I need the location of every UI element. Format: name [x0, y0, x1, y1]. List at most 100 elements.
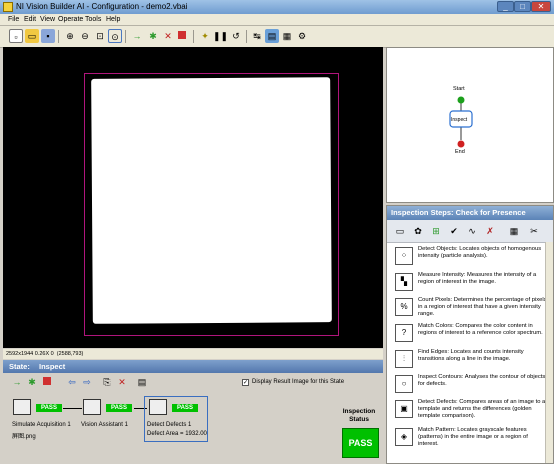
simulate-acquisition-icon[interactable] [13, 399, 31, 415]
next-step-icon[interactable]: → [130, 29, 144, 43]
detect-defects-step-icon[interactable] [149, 399, 167, 415]
toolbar-separator [193, 30, 194, 43]
wrench-icon[interactable]: ✂ [527, 224, 541, 238]
state-diagram-panel[interactable]: Start Inspect End [386, 47, 554, 203]
zoom-1to1-icon[interactable]: ⊙ [108, 29, 122, 43]
state-stop-icon[interactable] [40, 375, 54, 389]
menu-file[interactable]: File [8, 16, 19, 23]
step-description: Match Colors: Compares the color content… [418, 323, 543, 336]
step-description: Match Pattern: Locates grayscale feature… [418, 427, 528, 447]
settings-icon[interactable]: ⚙ [295, 29, 309, 43]
step-category-bar: ▭ ✿ ⊞ ✔ ∿ ✗ ▦ ✂ [387, 220, 553, 243]
step-description: Find Edges: Locates and counts intensity… [418, 349, 524, 362]
color-icon[interactable]: ✿ [411, 224, 425, 238]
step-3-result: Defect Area = 1932.00 [147, 431, 207, 437]
step-2-pass: PASS [106, 404, 132, 412]
match-colors-icon: ? [395, 324, 413, 342]
snapshot-icon[interactable]: ▦ [280, 29, 294, 43]
step-find-edges[interactable]: ⫶ Find Edges: Locates and counts intensi… [391, 349, 551, 376]
step-1-name: Simulate Acquisition 1 [12, 422, 71, 428]
toolbar-separator [246, 30, 247, 43]
copy-step-icon[interactable]: ⎘ [100, 375, 114, 389]
menu-view[interactable]: View [40, 16, 55, 23]
pause-icon[interactable]: ❚❚ [213, 29, 228, 43]
inspect-contours-icon: ○ [395, 375, 413, 393]
app-icon [3, 2, 13, 12]
stop-icon[interactable] [175, 29, 189, 43]
minimize-button[interactable]: _ [497, 1, 514, 12]
vision-assistant-icon[interactable] [83, 399, 101, 415]
image-status-text: 2592x1944 0.26X 0 (2588,793) [6, 351, 84, 357]
title-bar: NI Vision Builder AI - Configuration - d… [0, 0, 554, 14]
step-measure-intensity[interactable]: ▚ Measure Intensity: Measures the intens… [391, 272, 551, 299]
state-label: State: [9, 362, 30, 371]
state-run-icon[interactable]: ✱ [25, 375, 39, 389]
lightbulb-icon[interactable]: ✦ [198, 29, 212, 43]
loop-icon[interactable]: ↺ [229, 29, 243, 43]
state-view: → ✱ ⇦ ⇨ ⎘ ✕ ▤ ✓ Display Result Image for… [3, 373, 383, 464]
measure-icon[interactable]: ▭ [393, 224, 407, 238]
toolbar: ▫ ▭ ▪ ⊕ ⊖ ⊡ ⊙ → ✱ ✕ ✦ ❚❚ ↺ ↹ ▤ ▦ ⚙ [0, 26, 554, 48]
delete-step-icon[interactable]: ✕ [115, 375, 129, 389]
menu-tools[interactable]: Tools [85, 16, 101, 23]
calculator-icon[interactable]: ▦ [507, 224, 521, 238]
menu-bar: File Edit View Operate Tools Help [0, 14, 554, 26]
start-node[interactable] [457, 96, 465, 104]
step-detect-defects[interactable]: ▣ Detect Defects: Compares areas of an i… [391, 399, 551, 426]
run-icon[interactable]: ✱ [146, 29, 160, 43]
image-icon[interactable]: ▤ [265, 29, 279, 43]
zoom-fit-icon[interactable]: ⊡ [93, 29, 107, 43]
display-result-checkbox[interactable]: ✓ [242, 379, 249, 386]
stop-run-icon[interactable]: ✕ [161, 29, 175, 43]
step-3-name: Detect Defects 1 [147, 422, 192, 428]
end-node[interactable] [457, 140, 465, 148]
move-right-icon[interactable]: ⇨ [80, 375, 94, 389]
step-inspect-contours[interactable]: ○ Inspect Contours: Analyses the contour… [391, 374, 551, 401]
steps-panel-title: Inspection Steps: Check for Presence [387, 206, 553, 220]
open-icon[interactable]: ▭ [25, 29, 39, 43]
step-properties-icon[interactable]: ▤ [135, 375, 149, 389]
graph-icon[interactable]: ∿ [465, 224, 479, 238]
flow-arrow [63, 408, 82, 409]
menu-operate[interactable]: Operate [58, 16, 83, 23]
inspected-object [91, 77, 332, 324]
multi-icon[interactable]: ⊞ [429, 224, 443, 238]
display-result-label: Display Result Image for this State [252, 379, 345, 385]
count-pixels-icon: % [395, 298, 413, 316]
image-display[interactable] [3, 47, 383, 348]
step-detect-objects[interactable]: ⁘ Detect Objects: Locates objects of hom… [391, 246, 551, 273]
close-button[interactable]: ✕ [531, 1, 551, 12]
steps-scrollbar[interactable] [545, 242, 553, 463]
move-left-icon[interactable]: ⇦ [65, 375, 79, 389]
step-match-colors[interactable]: ? Match Colors: Compares the color conte… [391, 323, 551, 350]
toolbar-separator [58, 30, 59, 43]
check-icon[interactable]: ✔ [447, 224, 461, 238]
save-icon[interactable]: ▪ [41, 29, 55, 43]
step-description: Inspect Contours: Analyses the contour o… [418, 374, 546, 387]
step-description: Measure Intensity: Measures the intensit… [418, 272, 537, 285]
new-icon[interactable]: ▫ [9, 29, 23, 43]
step-1-pass: PASS [36, 404, 62, 412]
step-description: Count Pixels: Determines the percentage … [418, 297, 547, 317]
link-icon[interactable]: ↹ [250, 29, 264, 43]
step-count-pixels[interactable]: % Count Pixels: Determines the percentag… [391, 297, 551, 324]
menu-help[interactable]: Help [106, 16, 120, 23]
find-edges-icon: ⫶ [395, 350, 413, 368]
inspection-steps-panel: Inspection Steps: Check for Presence ▭ ✿… [386, 205, 554, 464]
inspection-status-indicator: PASS [342, 428, 379, 458]
step-description: Detect Defects: Compares areas of an ima… [418, 399, 546, 419]
state-diagram [449, 96, 473, 148]
zoom-in-icon[interactable]: ⊕ [63, 29, 77, 43]
state-next-icon[interactable]: → [10, 375, 24, 389]
menu-edit[interactable]: Edit [24, 16, 36, 23]
image-status-bar: 2592x1944 0.26X 0 (2588,793) [3, 349, 383, 359]
match-pattern-icon: ◈ [395, 428, 413, 446]
detect-defects-icon: ▣ [395, 400, 413, 418]
maximize-button[interactable]: □ [514, 1, 531, 12]
step-match-pattern[interactable]: ◈ Match Pattern: Locates grayscale featu… [391, 427, 551, 454]
tools-icon[interactable]: ✗ [483, 224, 497, 238]
window-title: NI Vision Builder AI - Configuration - d… [16, 2, 188, 11]
inspect-label: Inspect [451, 117, 468, 123]
zoom-out-icon[interactable]: ⊖ [78, 29, 92, 43]
measure-intensity-icon: ▚ [395, 273, 413, 291]
